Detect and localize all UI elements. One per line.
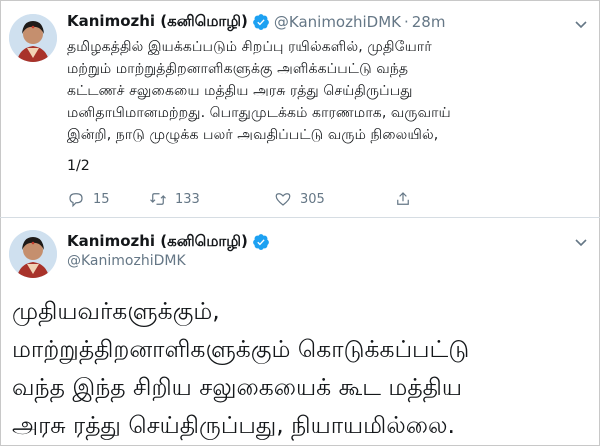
timestamp[interactable]: 28m	[412, 13, 446, 31]
like-button[interactable]: 305	[274, 190, 394, 208]
like-count: 305	[300, 191, 325, 207]
author-handle[interactable]: @KanimozhiDMK	[67, 253, 186, 269]
tweet-actions: 15 133 305	[67, 189, 420, 209]
share-button[interactable]	[394, 190, 420, 208]
author-handle[interactable]: @KanimozhiDMK	[274, 13, 401, 31]
separator-dot: ·	[403, 13, 409, 31]
retweet-icon	[150, 193, 166, 205]
chevron-down-icon[interactable]	[573, 16, 589, 32]
chevron-down-icon[interactable]	[573, 234, 589, 250]
verified-badge-icon	[252, 14, 269, 30]
tweet-text: தமிழகத்தில் இயக்கப்படும் சிறப்பு ரயில்கள…	[67, 39, 451, 143]
retweet-button[interactable]: 133	[149, 190, 274, 208]
tweet-header: Kanimozhi (கனிமொழி)	[67, 231, 270, 253]
reply-button[interactable]: 15	[67, 190, 149, 208]
tweet-text: முதியவர்களுக்கும், மாற்றுத்திறனாளிகளுக்க…	[12, 297, 470, 439]
verified-badge-icon	[252, 234, 269, 250]
avatar[interactable]	[9, 230, 57, 278]
avatar[interactable]	[9, 14, 57, 62]
tweet-divider	[0, 217, 600, 218]
retweet-count: 133	[175, 191, 200, 207]
tweet-header: Kanimozhi (கனிமொழி) @KanimozhiDMK · 28m	[67, 11, 445, 33]
reply-count: 15	[93, 191, 110, 207]
share-icon	[397, 192, 409, 205]
tweet-1[interactable]: Kanimozhi (கனிமொழி) @KanimozhiDMK · 28m …	[0, 0, 600, 218]
author-name[interactable]: Kanimozhi (கனிமொழி)	[67, 12, 248, 32]
heart-icon	[275, 193, 291, 206]
reply-icon	[69, 193, 83, 208]
author-name[interactable]: Kanimozhi (கனிமொழி)	[67, 232, 248, 252]
thread-index: 1/2	[67, 158, 90, 174]
